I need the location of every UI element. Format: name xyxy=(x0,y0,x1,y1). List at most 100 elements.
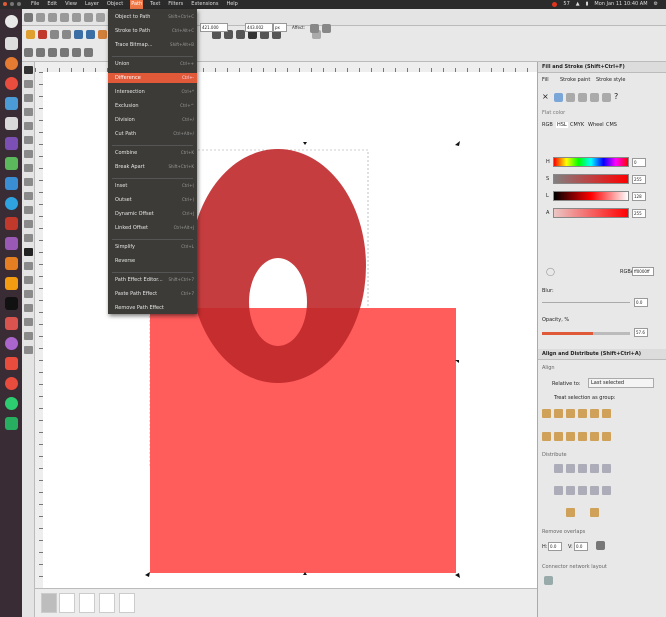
handle-bottom-left[interactable] xyxy=(145,572,150,577)
menu-item-difference[interactable]: Difference Ctrl+- xyxy=(108,73,197,83)
distribute-right-icon[interactable] xyxy=(578,464,587,473)
alpha-slider[interactable] xyxy=(553,208,629,218)
menu-file[interactable]: File xyxy=(30,0,40,9)
unclump-icon[interactable] xyxy=(590,508,599,517)
firefox-icon[interactable] xyxy=(5,57,18,70)
select-icon[interactable] xyxy=(24,13,33,22)
menu-item-cut-path[interactable]: Cut Path Ctrl+Alt+/ xyxy=(108,129,197,139)
handle-top[interactable] xyxy=(303,142,307,145)
dash-icon[interactable] xyxy=(5,15,18,28)
lightness-slider[interactable] xyxy=(553,191,629,201)
palette-swatch[interactable] xyxy=(99,593,115,613)
align-right-icon[interactable] xyxy=(566,409,575,418)
align-left-icon[interactable] xyxy=(542,409,551,418)
ellipse-tool-icon[interactable] xyxy=(24,164,33,172)
close-icon[interactable] xyxy=(3,2,7,6)
chrome-icon[interactable] xyxy=(5,77,18,90)
network-icon[interactable]: ▲ xyxy=(576,0,580,9)
align-text-v-icon[interactable] xyxy=(602,432,611,441)
clock[interactable]: Mon Jan 11 10:40 AM xyxy=(594,0,647,9)
palette-swatch[interactable] xyxy=(119,593,135,613)
menu-item-paste-path-effect[interactable]: Paste Path Effect Ctrl+7 xyxy=(108,289,197,299)
affect-corners-icon[interactable] xyxy=(322,24,331,33)
connector-layout-icon[interactable] xyxy=(544,576,553,585)
no-paint-icon[interactable]: × xyxy=(542,92,549,101)
red-ring[interactable] xyxy=(190,149,366,383)
node-icon[interactable] xyxy=(36,13,45,22)
app-icon[interactable] xyxy=(5,97,18,110)
menu-item-exclusion[interactable]: Exclusion Ctrl+^ xyxy=(108,101,197,111)
mesh-gradient-icon[interactable] xyxy=(590,93,599,102)
align-center-icon[interactable] xyxy=(554,409,563,418)
align-edge-icon[interactable] xyxy=(590,409,599,418)
align-anchor-v-icon[interactable] xyxy=(578,432,587,441)
linear-gradient-icon[interactable] xyxy=(566,93,575,102)
rect-tool-icon[interactable] xyxy=(24,136,33,144)
menu-path[interactable]: Path xyxy=(130,0,144,9)
minimize-icon[interactable] xyxy=(10,2,14,6)
h-gap-value[interactable]: 0.0 xyxy=(548,542,562,551)
blur-value[interactable]: 0.0 xyxy=(634,298,648,307)
align-anchor-icon[interactable] xyxy=(578,409,587,418)
fill-indicator[interactable] xyxy=(41,593,57,613)
rgba-field[interactable]: ff0000ff xyxy=(632,267,654,276)
menu-item-inset[interactable]: Inset Ctrl+( xyxy=(108,181,197,191)
menu-item-division[interactable]: Division Ctrl+/ xyxy=(108,115,197,125)
radial-gradient-icon[interactable] xyxy=(578,93,587,102)
bucket-tool-icon[interactable] xyxy=(24,290,33,298)
menu-item-intersection[interactable]: Intersection Ctrl+* xyxy=(108,87,197,97)
handle-top-right[interactable] xyxy=(455,141,460,146)
app-icon[interactable] xyxy=(5,237,18,250)
align-top-icon[interactable] xyxy=(542,432,551,441)
relative-to-select[interactable]: Last selected xyxy=(588,378,654,388)
zoom-tool-icon[interactable] xyxy=(24,108,33,116)
align-baseline-icon[interactable] xyxy=(590,432,599,441)
distribute-gap-icon[interactable] xyxy=(590,464,599,473)
files-icon[interactable] xyxy=(5,37,18,50)
export-icon[interactable] xyxy=(86,30,95,39)
app-icon[interactable] xyxy=(5,277,18,290)
flip-icon[interactable] xyxy=(48,48,57,57)
app-icon[interactable] xyxy=(5,357,18,370)
calligraphy-tool-icon[interactable] xyxy=(24,234,33,242)
tab-cms[interactable]: CMS xyxy=(606,122,617,128)
app-icon[interactable] xyxy=(5,337,18,350)
vertical-ruler[interactable] xyxy=(35,72,43,592)
opacity-value[interactable]: 57.6 xyxy=(634,328,648,337)
menu-item-trace-bitmap[interactable]: Trace Bitmap... Shift+Alt+B xyxy=(108,40,197,50)
tweak-tool-icon[interactable] xyxy=(24,94,33,102)
tab-rgb[interactable]: RGB xyxy=(542,122,553,128)
battery-icon[interactable]: ▮ xyxy=(586,0,589,9)
pen-icon[interactable] xyxy=(96,13,105,22)
tab-stroke-paint[interactable]: Stroke paint xyxy=(560,77,590,83)
handle-bottom-right[interactable] xyxy=(455,573,460,578)
palette-swatch[interactable] xyxy=(79,593,95,613)
menu-edit[interactable]: Edit xyxy=(46,0,58,9)
maximize-icon[interactable] xyxy=(17,2,21,6)
app-icon[interactable] xyxy=(5,217,18,230)
save-icon[interactable] xyxy=(50,30,59,39)
undo-icon[interactable] xyxy=(98,30,107,39)
menu-text[interactable]: Text xyxy=(149,0,161,9)
randomize-icon[interactable] xyxy=(566,508,575,517)
tab-stroke-style[interactable]: Stroke style xyxy=(596,77,626,83)
unset-paint-icon[interactable]: ? xyxy=(614,92,618,101)
remove-overlaps-icon[interactable] xyxy=(596,541,605,550)
connector-tool-icon[interactable] xyxy=(24,346,33,354)
fill-stroke-header[interactable]: Fill and Stroke (Shift+Ctrl+F) xyxy=(538,62,666,73)
raise-icon[interactable] xyxy=(60,48,69,57)
new-icon[interactable] xyxy=(26,30,35,39)
distribute-top-icon[interactable] xyxy=(554,486,563,495)
blur-slider[interactable] xyxy=(542,302,630,303)
calc-icon[interactable] xyxy=(5,157,18,170)
import-icon[interactable] xyxy=(74,30,83,39)
tweak-icon[interactable] xyxy=(48,13,57,22)
color-picker-icon[interactable]: ◯ xyxy=(546,267,555,276)
menu-item-reverse[interactable]: Reverse xyxy=(108,256,197,266)
volume-level[interactable]: 57 xyxy=(563,0,569,9)
spray-tool-icon[interactable] xyxy=(24,262,33,270)
l-value[interactable]: 128 xyxy=(632,192,646,201)
app-icon[interactable] xyxy=(5,397,18,410)
flat-color-icon[interactable] xyxy=(554,93,563,102)
align-middle-icon[interactable] xyxy=(554,432,563,441)
